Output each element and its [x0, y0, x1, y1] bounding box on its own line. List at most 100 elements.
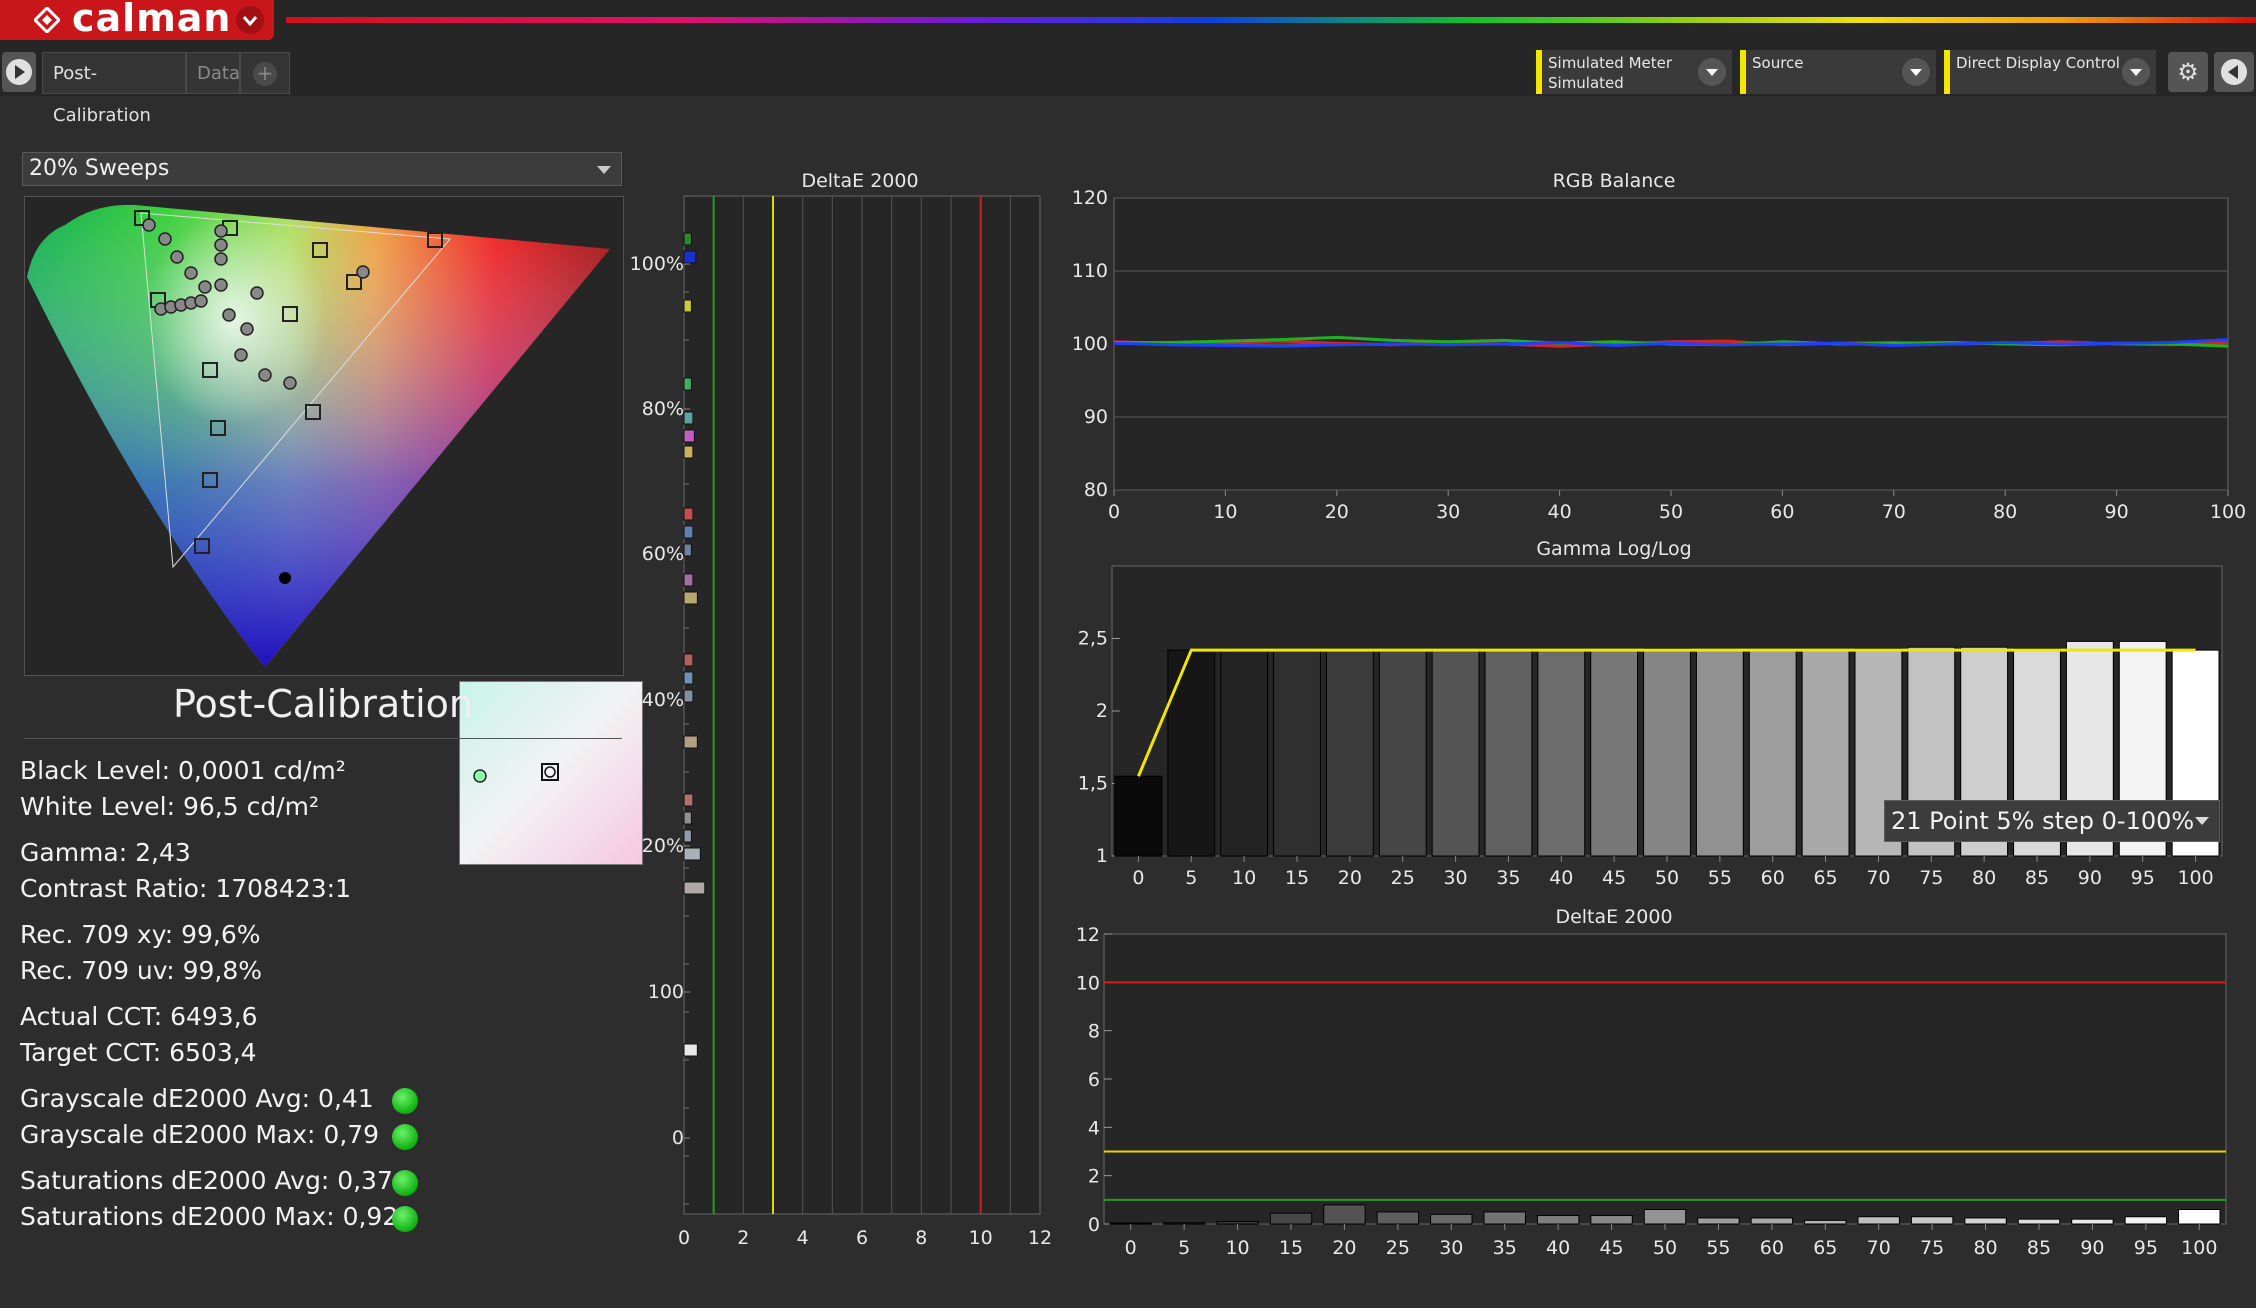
de-bottom-bar	[2017, 1218, 2061, 1225]
gamma-x-tick: 80	[1972, 867, 1996, 889]
de-bottom-bar	[1536, 1215, 1580, 1225]
rgb-y-tick: 110	[1072, 260, 1108, 282]
de-bottom-x-tick: 35	[1493, 1237, 1517, 1259]
vertical-de-bar	[683, 250, 697, 264]
de-bottom-bar	[1643, 1209, 1687, 1225]
vertical-de-bar	[683, 232, 692, 246]
de-bottom-y-tick: 4	[1088, 1117, 1100, 1139]
de-bottom-x-tick: 75	[1920, 1237, 1944, 1259]
gamma-bar	[1801, 649, 1850, 857]
gamma-x-tick: 25	[1391, 867, 1415, 889]
de-bottom-bar	[1590, 1215, 1633, 1225]
de-bottom-x-tick: 85	[2027, 1237, 2051, 1259]
de-bottom-y-tick: 12	[1076, 924, 1100, 946]
vertical-de-bar	[683, 829, 692, 843]
vertical-de-y-tick: 80%	[642, 398, 684, 420]
rgb-y-tick: 80	[1084, 479, 1108, 501]
vertical-de-bar	[683, 735, 698, 749]
gamma-bar	[1484, 649, 1533, 857]
rgb-y-tick: 90	[1084, 406, 1108, 428]
de-bottom-y-tick: 8	[1088, 1021, 1100, 1043]
rgb-y-tick: 100	[1072, 333, 1108, 355]
de-bottom-bar	[1323, 1204, 1366, 1225]
gamma-y-tick: 1,5	[1078, 773, 1108, 795]
charts-layer: 0 2 4 6 8 10 12100%80%60%40%20%100080901001101…	[630, 187, 2246, 1259]
de-bottom-y-tick: 10	[1076, 972, 1100, 994]
gamma-point-select[interactable]: 21 Point 5% step 0-100%	[1884, 800, 2220, 842]
de-bottom-y-tick: 0	[1088, 1214, 1100, 1236]
vertical-de-x-tick: 2	[737, 1227, 749, 1249]
gamma-x-tick: 70	[1866, 867, 1890, 889]
rgb-x-tick: 60	[1770, 501, 1794, 523]
vertical-de-bar	[683, 793, 694, 807]
de-bottom-bar	[2071, 1218, 2114, 1225]
gamma-x-tick: 75	[1919, 867, 1943, 889]
rgb-x-tick: 0	[1108, 501, 1120, 523]
vertical-de-x-tick: 6	[856, 1227, 868, 1249]
vertical-de-x-tick: 0	[678, 1227, 690, 1249]
vertical-de-y-tick: 100%	[630, 253, 684, 275]
de-bottom-x-tick: 70	[1867, 1237, 1891, 1259]
de-bottom-bar	[1162, 1222, 1206, 1225]
vertical-de-bar	[683, 429, 695, 443]
vertical-de-bar	[683, 591, 698, 605]
gamma-x-tick: 45	[1602, 867, 1626, 889]
rgb-x-tick: 80	[1993, 501, 2017, 523]
vertical-de-bar	[683, 671, 694, 685]
de-bottom-x-tick: 25	[1386, 1237, 1410, 1259]
vertical-de-y-tick: 20%	[642, 835, 684, 857]
vertical-de-x-tick: 8	[915, 1227, 927, 1249]
gamma-x-tick: 90	[2078, 867, 2102, 889]
vertical-de-bar	[683, 881, 706, 895]
de-bottom-y-tick: 6	[1088, 1069, 1100, 1091]
vertical-de-y-tick: 100	[648, 981, 684, 1003]
gamma-bar	[1695, 649, 1744, 857]
gamma-x-tick: 85	[2025, 867, 2049, 889]
rgb-x-tick: 30	[1436, 501, 1460, 523]
de-bottom-x-tick: 0	[1125, 1237, 1137, 1259]
de-bottom-bar	[1964, 1217, 2007, 1225]
rgb-x-tick: 10	[1213, 501, 1237, 523]
de-bottom-bar	[1750, 1217, 1794, 1225]
gamma-x-tick: 60	[1761, 867, 1785, 889]
de-bottom-x-tick: 65	[1813, 1237, 1837, 1259]
vertical-de-x-tick: 12	[1028, 1227, 1052, 1249]
gamma-bar	[1325, 649, 1374, 857]
de-bottom-x-tick: 5	[1178, 1237, 1190, 1259]
de-bottom-x-tick: 50	[1653, 1237, 1677, 1259]
vertical-de-bar	[683, 1043, 698, 1057]
de-bottom-bar	[1376, 1211, 1420, 1225]
de-bottom-x-tick: 80	[1973, 1237, 1997, 1259]
gamma-x-tick: 100	[2177, 867, 2213, 889]
de-bottom-x-tick: 60	[1760, 1237, 1784, 1259]
rgb-x-tick: 40	[1548, 501, 1572, 523]
de-bottom-x-tick: 90	[2080, 1237, 2104, 1259]
vertical-de-bar	[683, 543, 692, 557]
gamma-bar	[1643, 648, 1691, 857]
gamma-bar	[1167, 649, 1216, 857]
vertical-de-y-tick: 0	[672, 1127, 684, 1149]
gamma-x-tick: 10	[1232, 867, 1256, 889]
rgb-x-tick: 90	[2105, 501, 2129, 523]
vertical-de-bar	[683, 847, 701, 861]
gamma-x-tick: 35	[1496, 867, 1520, 889]
gamma-y-tick: 2	[1096, 700, 1108, 722]
vertical-de-bar	[683, 377, 692, 391]
de-bottom-bar	[1804, 1219, 1847, 1225]
rgb-x-tick: 70	[1882, 501, 1906, 523]
de-bottom-y-tick: 2	[1088, 1166, 1100, 1188]
de-bottom-bar	[1430, 1213, 1473, 1225]
gamma-bar	[1378, 649, 1427, 857]
gamma-bar	[1590, 649, 1639, 857]
de-bottom-bar	[2178, 1209, 2221, 1225]
vertical-de-y-tick: 60%	[642, 543, 684, 565]
gamma-bar	[1114, 775, 1163, 857]
vertical-de-y-tick: 40%	[642, 689, 684, 711]
gamma-x-tick: 55	[1708, 867, 1732, 889]
gamma-x-tick: 30	[1443, 867, 1467, 889]
de-bottom-x-tick: 10	[1225, 1237, 1249, 1259]
gamma-x-tick: 50	[1655, 867, 1679, 889]
de-bottom-bar	[2124, 1216, 2168, 1225]
gamma-y-tick: 2,5	[1078, 628, 1108, 650]
vertical-de-bar	[683, 411, 694, 425]
